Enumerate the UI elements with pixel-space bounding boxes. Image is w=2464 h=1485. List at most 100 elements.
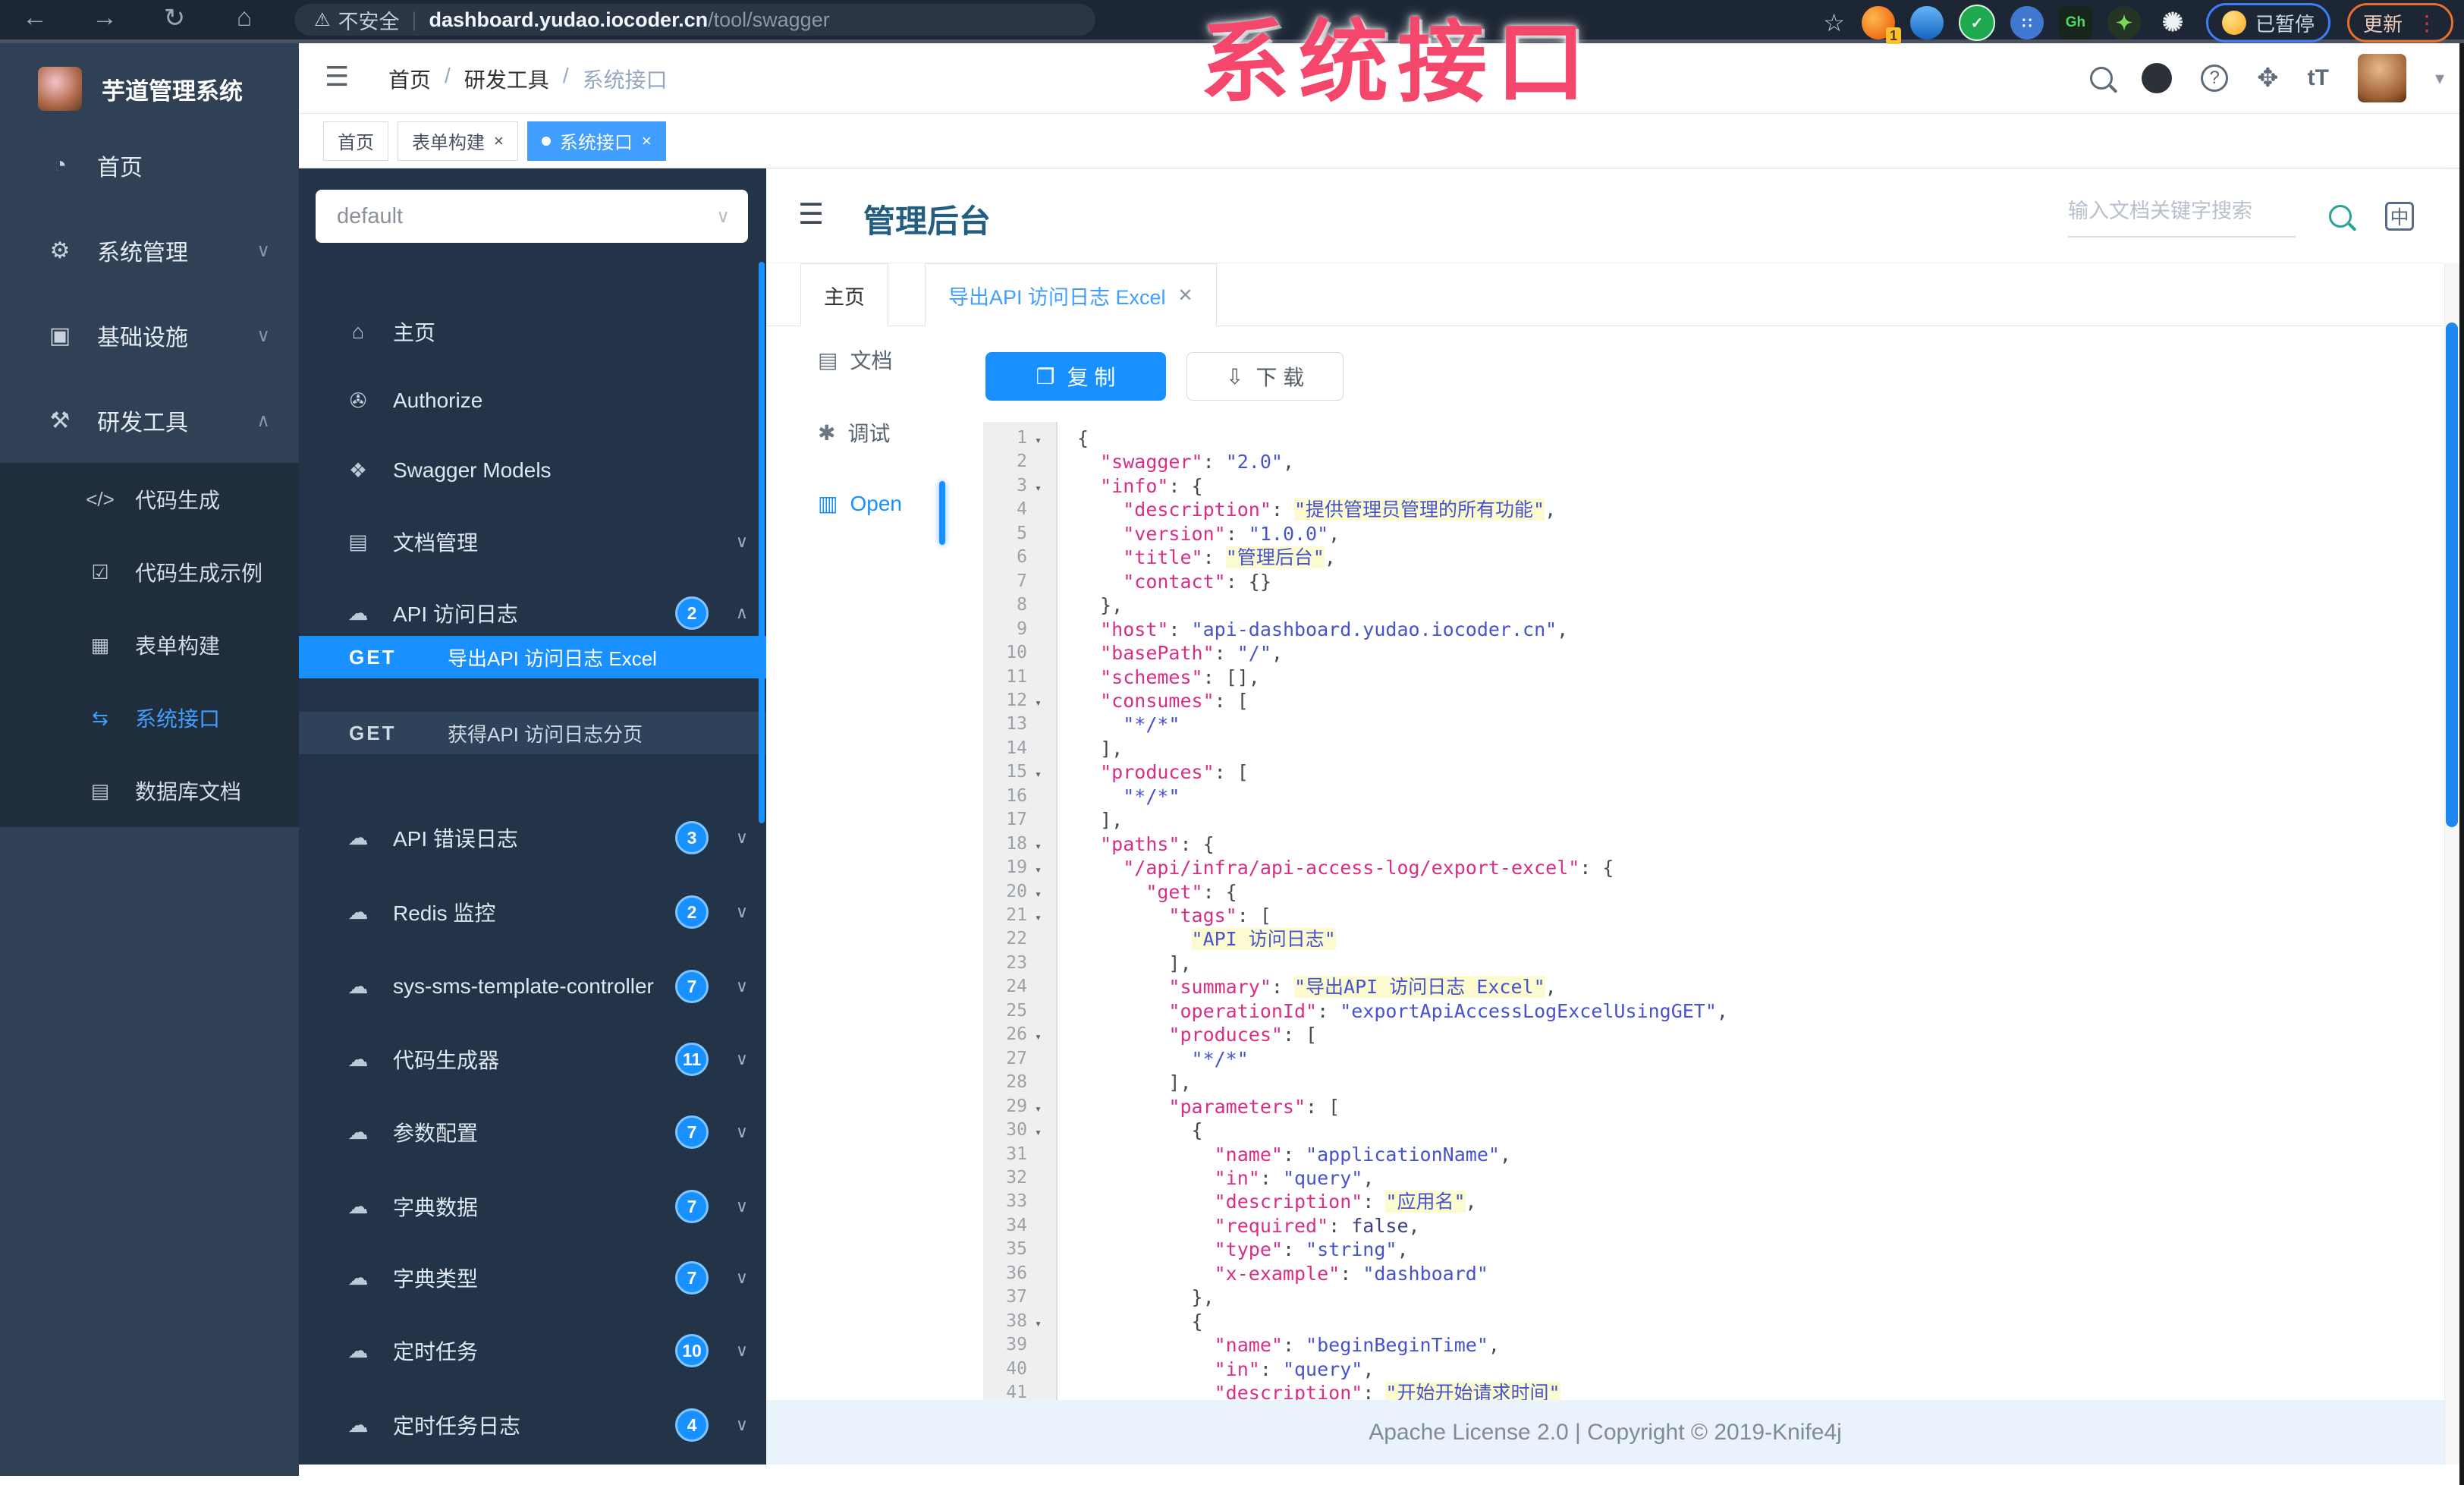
doc-search-icon[interactable]: [2329, 204, 2352, 228]
font-size-icon[interactable]: tT: [2308, 65, 2329, 91]
chevron-down-icon[interactable]: ▾: [2435, 68, 2444, 90]
swagger-nav-item-Swagger Models[interactable]: ❖ Swagger Models: [299, 448, 766, 493]
github-icon[interactable]: [2142, 63, 2173, 93]
code-text: "schemes": [],: [1100, 665, 1260, 688]
swagger-nav-item-API 访问日志[interactable]: ☁ API 访问日志 2 ∧: [299, 590, 766, 636]
chevron-down-icon: ∨: [735, 1049, 748, 1068]
back-icon[interactable]: ←: [20, 3, 50, 33]
fullscreen-icon[interactable]: ✥: [2257, 63, 2279, 93]
code-line: 41 "description": "开始开始请求时间": [983, 1381, 2444, 1400]
fold-caret[interactable]: ▾: [1035, 835, 1042, 858]
sidebar-item-系统管理[interactable]: ⚙ 系统管理 ∨: [0, 208, 299, 293]
breadcrumb-home[interactable]: 首页: [388, 64, 431, 94]
sidebar-item-label: 数据库文档: [135, 780, 242, 804]
swagger-nav-item-API 错误日志[interactable]: ☁ API 错误日志 3 ∨: [299, 815, 766, 860]
swagger-nav-item-文档管理[interactable]: ▤ 文档管理 ∨: [299, 519, 766, 565]
side-tab-调试[interactable]: ✱ 调试: [818, 417, 890, 448]
code-text: "x-example": "dashboard": [1214, 1262, 1488, 1285]
fold-caret[interactable]: ▾: [1035, 883, 1042, 906]
swagger-nav-item-label: Swagger Models: [393, 458, 552, 482]
sidebar-item-表单构建[interactable]: ▦ 表单构建: [0, 609, 299, 681]
hamburger-icon[interactable]: ☰: [325, 61, 349, 93]
swagger-nav-item-岗位[interactable]: ☁岗位6∨: [299, 1458, 766, 1465]
swagger-nav-item-主页[interactable]: ⌂ 主页: [299, 309, 766, 354]
sidebar-item-代码生成[interactable]: </> 代码生成: [0, 463, 299, 536]
tag-系统接口[interactable]: 系统接口 ×: [526, 121, 666, 161]
swagger-nav-item-Authorize[interactable]: ✇ Authorize: [299, 378, 766, 423]
fold-caret[interactable]: ▾: [1035, 858, 1042, 882]
fold-caret[interactable]: ▾: [1035, 1312, 1042, 1336]
code-icon: </>: [86, 487, 115, 511]
doc-tab-主页[interactable]: 主页: [800, 263, 888, 326]
breadcrumb-devtools[interactable]: 研发工具: [464, 64, 549, 94]
swagger-nav-item-定时任务[interactable]: ☁ 定时任务 10 ∨: [299, 1328, 766, 1373]
side-tab-Open[interactable]: ▥ Open: [818, 491, 902, 516]
api-operation-导出API 访问日志 Excel[interactable]: GET 导出API 访问日志 Excel: [299, 636, 766, 678]
swagger-nav-item-sys-sms-template-controller[interactable]: ☁ sys-sms-template-controller 7 ∨: [299, 964, 766, 1009]
group-select[interactable]: default ∨: [316, 190, 748, 243]
code-line: 35 "type": "string",: [983, 1238, 2444, 1262]
side-tab-文档[interactable]: ▤ 文档: [818, 345, 892, 375]
copy-button[interactable]: ❐ 复 制: [985, 352, 1166, 401]
doc-tab-导出API 访问日志 Excel[interactable]: 导出API 访问日志 Excel ✕: [925, 263, 1217, 326]
forward-icon[interactable]: →: [90, 3, 120, 33]
ext-pinwheel-icon[interactable]: ✺: [2156, 6, 2189, 39]
search-icon[interactable]: [2090, 67, 2114, 90]
sidebar-item-代码生成示例[interactable]: ☑ 代码生成示例: [0, 536, 299, 609]
home-icon[interactable]: ⌂: [229, 3, 259, 33]
ext-grid-icon[interactable]: ∷: [2010, 6, 2044, 39]
ext-puzzle-orange-icon[interactable]: 1: [1861, 6, 1901, 44]
tag-表单构建[interactable]: 表单构建 ×: [398, 121, 518, 161]
download-button[interactable]: ⇩ 下 载: [1186, 352, 1344, 401]
close-icon[interactable]: ×: [494, 131, 504, 151]
reload-icon[interactable]: ↻: [159, 3, 190, 33]
sidebar-item-基础设施[interactable]: ▣ 基础设施 ∨: [0, 293, 299, 378]
swagger-nav-item-字典类型[interactable]: ☁ 字典类型 7 ∨: [299, 1255, 766, 1301]
line-number: 26: [1006, 1024, 1027, 1045]
fold-caret[interactable]: ▾: [1035, 763, 1042, 786]
fold-caret[interactable]: ▾: [1035, 1097, 1042, 1121]
line-number: 2: [1017, 451, 1027, 472]
swagger-nav-item-代码生成器[interactable]: ☁ 代码生成器 11 ∨: [299, 1037, 766, 1082]
sidebar-item-研发工具[interactable]: ⚒ 研发工具 ∧: [0, 378, 299, 463]
profile-paused-pill[interactable]: 已暂停: [2205, 3, 2330, 42]
user-avatar[interactable]: [2357, 54, 2406, 102]
fold-caret[interactable]: ▾: [1035, 1025, 1042, 1049]
code-line: 33 "description": "应用名",: [983, 1190, 2444, 1214]
fold-caret[interactable]: ▾: [1035, 429, 1042, 452]
swagger-nav-item-定时任务日志[interactable]: ☁ 定时任务日志 4 ∨: [299, 1402, 766, 1448]
collapse-menu-icon[interactable]: ☰: [798, 197, 824, 231]
bookmark-star-icon[interactable]: ☆: [1823, 8, 1845, 37]
ext-drop-icon[interactable]: [1909, 6, 1944, 39]
tag-首页[interactable]: 首页: [323, 121, 388, 161]
fold-caret[interactable]: ▾: [1035, 906, 1042, 930]
code-line: 1 ▾ {: [983, 426, 2444, 451]
swagger-nav-scrollbar[interactable]: [759, 262, 765, 823]
close-icon[interactable]: ×: [642, 131, 652, 151]
fold-caret[interactable]: ▾: [1035, 691, 1042, 715]
sidebar-item-系统接口[interactable]: ⇆ 系统接口: [0, 681, 299, 754]
main-scrollbar-thumb[interactable]: [2446, 322, 2458, 827]
code-text: "info": {: [1100, 474, 1203, 497]
code-line: 8 },: [983, 593, 2444, 618]
json-editor[interactable]: 1 ▾{2 "swagger": "2.0", 3 ▾ "info": {4 "des…: [983, 422, 2444, 1400]
doc-search-input[interactable]: 输入文档关键字搜索: [2068, 194, 2296, 238]
code-text: },: [1077, 594, 1124, 617]
ext-check-icon[interactable]: ✓: [1958, 5, 1995, 41]
address-bar[interactable]: ⚠ 不安全 | dashboard.yudao.iocoder.cn /tool…: [294, 4, 1095, 36]
close-icon[interactable]: ✕: [1178, 285, 1193, 307]
fold-caret[interactable]: ▾: [1035, 477, 1042, 500]
swagger-nav-item-Redis 监控[interactable]: ☁ Redis 监控 2 ∨: [299, 889, 766, 935]
swagger-nav-item-字典数据[interactable]: ☁ 字典数据 7 ∨: [299, 1184, 766, 1229]
ext-alien-icon[interactable]: ✦: [2107, 6, 2141, 39]
language-icon[interactable]: 中: [2385, 201, 2414, 231]
sidebar-item-数据库文档[interactable]: ▤ 数据库文档: [0, 754, 299, 827]
help-icon[interactable]: ?: [2201, 64, 2229, 92]
fold-caret[interactable]: ▾: [1035, 1121, 1042, 1144]
swagger-nav-item-参数配置[interactable]: ☁ 参数配置 7 ∨: [299, 1109, 766, 1155]
sidebar-item-首页[interactable]: ◔ 首页: [0, 123, 299, 208]
update-button[interactable]: 更新 ⋮: [2346, 3, 2453, 42]
api-operation-获得API 访问日志分页[interactable]: GET 获得API 访问日志分页: [299, 712, 766, 754]
browser-menu-icon[interactable]: ⋮: [2416, 11, 2437, 36]
ext-github-icon[interactable]: Gh: [2058, 6, 2092, 39]
